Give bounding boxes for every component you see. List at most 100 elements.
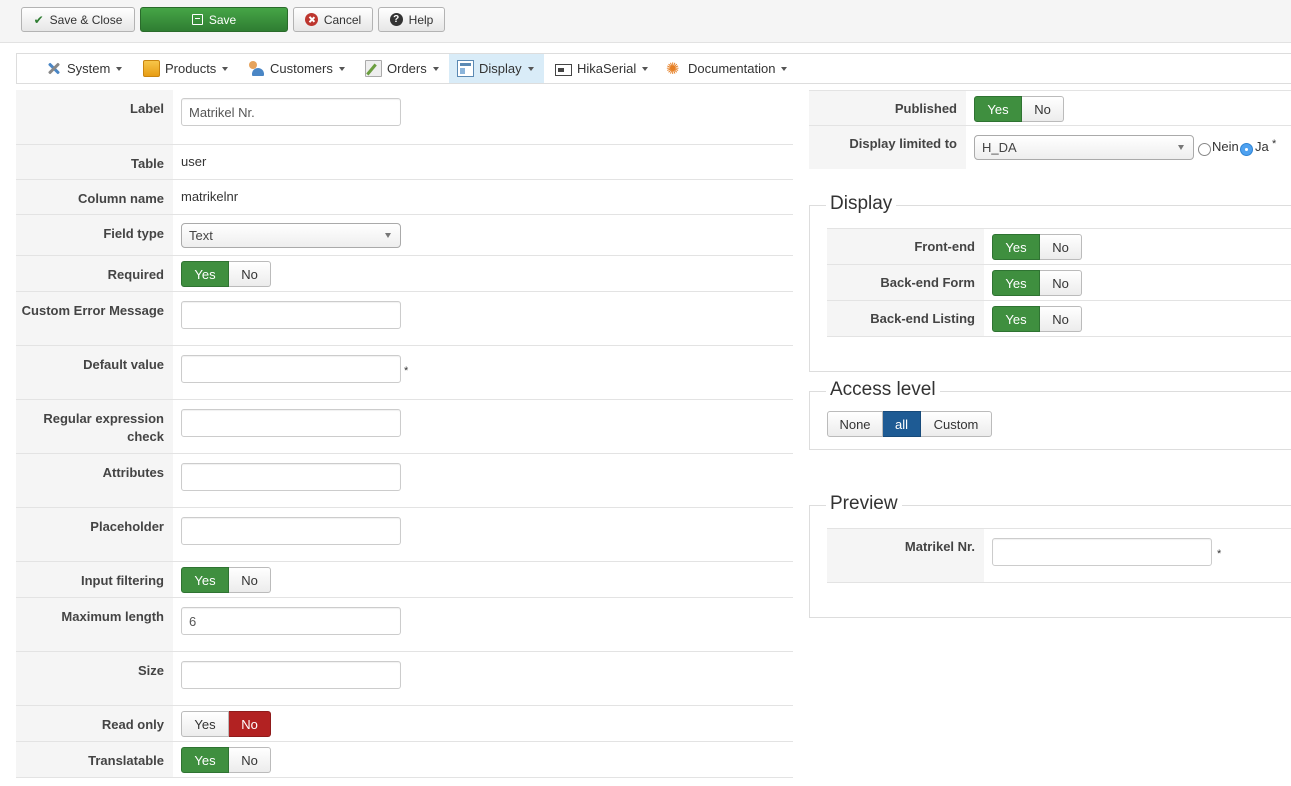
publish-settings: Published Yes No Display limited to H_DA… xyxy=(809,90,1291,169)
save-label: Save xyxy=(208,12,237,27)
attributes-input[interactable] xyxy=(181,463,401,491)
serial-icon xyxy=(555,63,572,76)
row-display-limited: Display limited to H_DA Nein Ja * xyxy=(809,126,1291,169)
read-only-no-button[interactable]: No xyxy=(229,711,271,737)
field-label: Field type xyxy=(16,215,173,255)
placeholder-input[interactable] xyxy=(181,517,401,545)
caret-down-icon xyxy=(642,66,649,71)
menu-item-hikaserial[interactable]: HikaSerial xyxy=(547,54,656,83)
field-label: Attributes xyxy=(16,454,173,507)
input-filtering-no-button[interactable]: No xyxy=(229,567,271,593)
field-label: Back-end Form xyxy=(827,265,984,300)
caret-down-icon xyxy=(781,66,788,71)
menu-item-orders[interactable]: Orders xyxy=(357,54,447,83)
users-icon xyxy=(248,60,265,77)
input-filtering-yes-button[interactable]: Yes xyxy=(181,567,229,593)
translatable-toggle: Yes No xyxy=(181,747,271,773)
field-label: Read only xyxy=(16,706,173,741)
access-level-legend: Access level xyxy=(826,379,940,401)
published-no-button[interactable]: No xyxy=(1022,96,1064,122)
menu-label: Customers xyxy=(270,61,333,76)
preview-fieldset: Preview Matrikel Nr. * xyxy=(809,493,1291,618)
cancel-button[interactable]: Cancel xyxy=(293,7,373,32)
row-default-value: Default value * xyxy=(16,346,793,400)
max-length-input[interactable] xyxy=(181,607,401,635)
row-field-type: Field type Text xyxy=(16,215,793,256)
field-label: Custom Error Message xyxy=(16,292,173,345)
field-label: Published xyxy=(809,91,966,125)
front-end-toggle: Yes No xyxy=(992,234,1082,260)
help-button[interactable]: ? Help xyxy=(378,7,445,32)
row-max-length: Maximum length xyxy=(16,598,793,652)
row-preview: Matrikel Nr. * xyxy=(827,529,1291,583)
size-input[interactable] xyxy=(181,661,401,689)
field-label: Size xyxy=(16,652,173,705)
row-backend-form: Back-end Form Yes No xyxy=(827,265,1291,301)
access-none-button[interactable]: None xyxy=(827,411,883,437)
published-yes-button[interactable]: Yes xyxy=(974,96,1022,122)
menu-item-products[interactable]: Products xyxy=(135,54,236,83)
display-fieldset: Display Front-end Yes No Back-end Form Y… xyxy=(809,193,1291,372)
backend-listing-no-button[interactable]: No xyxy=(1040,306,1082,332)
table-value: user xyxy=(181,154,207,169)
display-icon xyxy=(457,60,474,77)
caret-down-icon xyxy=(222,66,229,71)
tools-icon xyxy=(45,60,62,77)
front-end-yes-button[interactable]: Yes xyxy=(992,234,1040,260)
required-no-button[interactable]: No xyxy=(229,261,271,287)
menu-label: Orders xyxy=(387,61,427,76)
field-label: Front-end xyxy=(827,229,984,264)
regex-input[interactable] xyxy=(181,409,401,437)
access-level-group: None all Custom xyxy=(827,411,992,437)
access-all-button[interactable]: all xyxy=(883,411,921,437)
menu-item-system[interactable]: System xyxy=(37,54,130,83)
edit-icon xyxy=(191,14,203,25)
order-icon xyxy=(365,60,382,77)
help-icon: ? xyxy=(389,13,403,26)
custom-error-input[interactable] xyxy=(181,301,401,329)
label-input[interactable] xyxy=(181,98,401,126)
field-label: Back-end Listing xyxy=(827,301,984,336)
required-yes-button[interactable]: Yes xyxy=(181,261,229,287)
menu-item-customers[interactable]: Customers xyxy=(240,54,353,83)
documentation-icon xyxy=(666,59,683,79)
translatable-yes-button[interactable]: Yes xyxy=(181,747,229,773)
read-only-yes-button[interactable]: Yes xyxy=(181,711,229,737)
front-end-no-button[interactable]: No xyxy=(1040,234,1082,260)
row-label: Label xyxy=(16,90,793,145)
caret-down-icon xyxy=(338,66,345,71)
row-front-end: Front-end Yes No xyxy=(827,229,1291,265)
field-type-select[interactable]: Text xyxy=(181,223,401,248)
field-label: Label xyxy=(16,90,173,144)
row-custom-error: Custom Error Message xyxy=(16,292,793,346)
row-published: Published Yes No xyxy=(809,90,1291,126)
field-label: Required xyxy=(16,256,173,291)
access-custom-button[interactable]: Custom xyxy=(921,411,992,437)
save-button[interactable]: Save xyxy=(140,7,288,32)
field-label: Table xyxy=(16,145,173,179)
backend-listing-toggle: Yes No xyxy=(992,306,1082,332)
translatable-no-button[interactable]: No xyxy=(229,747,271,773)
preview-input[interactable] xyxy=(992,538,1212,566)
backend-form-toggle: Yes No xyxy=(992,270,1082,296)
nein-radio[interactable] xyxy=(1198,143,1211,156)
row-column-name: Column name matrikelnr xyxy=(16,180,793,215)
backend-form-yes-button[interactable]: Yes xyxy=(992,270,1040,296)
save-close-button[interactable]: Save & Close xyxy=(21,7,135,32)
menu-label: Display xyxy=(479,61,522,76)
menu-item-display[interactable]: Display xyxy=(449,54,544,83)
menu-item-documentation[interactable]: Documentation xyxy=(658,54,795,83)
cancel-icon xyxy=(304,13,318,26)
field-form: Label Table user Column name matrikelnr … xyxy=(16,90,793,778)
required-marker: * xyxy=(1217,548,1222,560)
default-value-input[interactable] xyxy=(181,355,401,383)
row-required: Required Yes No xyxy=(16,256,793,292)
backend-listing-yes-button[interactable]: Yes xyxy=(992,306,1040,332)
row-size: Size xyxy=(16,652,793,706)
backend-form-no-button[interactable]: No xyxy=(1040,270,1082,296)
published-toggle: Yes No xyxy=(974,96,1064,122)
display-limited-select[interactable]: H_DA xyxy=(974,135,1194,160)
nein-label: Nein xyxy=(1212,139,1239,154)
ja-radio[interactable] xyxy=(1240,143,1253,156)
field-label: Translatable xyxy=(16,742,173,777)
